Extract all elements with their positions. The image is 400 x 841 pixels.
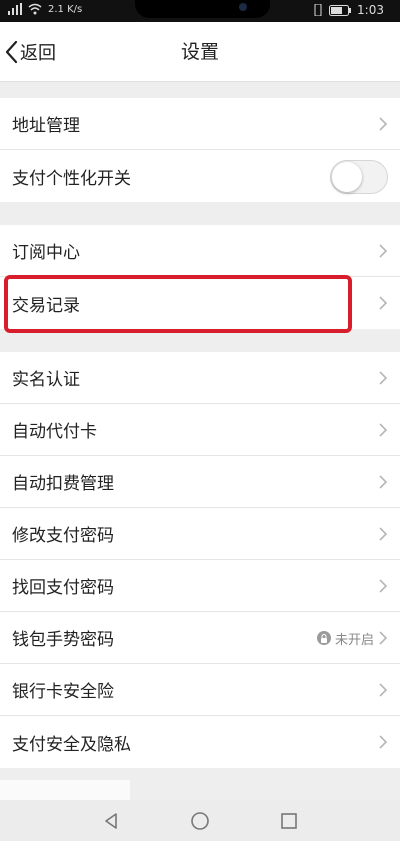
section-security: 实名认证 自动代付卡 自动扣费管理 修改支付密码 找回支付密码 钱包手势密码 未… [0,352,400,768]
bottom-strip [0,780,130,800]
chevron-right-icon [379,475,388,489]
home-circle-icon[interactable] [190,811,210,831]
toggle-knob [332,162,362,192]
row-label: 支付个性化开关 [12,168,131,189]
row-label: 自动代付卡 [12,422,97,442]
section-subscription-records: 订阅中心 交易记录 [0,225,400,329]
row-subscription-center[interactable]: 订阅中心 [0,225,400,277]
status-left: 2.1 K/s [8,3,82,15]
gesture-status: 未开启 [316,612,374,664]
chevron-right-icon [379,244,388,258]
row-change-payment-password[interactable]: 修改支付密码 [0,508,400,560]
vibrate-icon [314,4,322,16]
row-auto-deduction[interactable]: 自动扣费管理 [0,456,400,508]
back-label: 返回 [20,43,56,64]
row-payment-security-privacy[interactable]: 支付安全及隐私 [0,716,400,768]
chevron-right-icon [379,579,388,593]
camera-notch [135,0,270,18]
row-label: 订阅中心 [12,243,80,263]
chevron-right-icon [379,371,388,385]
row-recover-payment-password[interactable]: 找回支付密码 [0,560,400,612]
row-label: 实名认证 [12,370,80,390]
row-address-management[interactable]: 地址管理 [0,98,400,150]
row-wallet-gesture-password[interactable]: 钱包手势密码 未开启 [0,612,400,664]
section-address-payment: 地址管理 支付个性化开关 [0,98,400,202]
recents-square-icon[interactable] [280,812,298,830]
chevron-right-icon [379,527,388,541]
chevron-right-icon [379,423,388,437]
gesture-status-text: 未开启 [334,632,374,648]
row-label: 自动扣费管理 [12,474,114,494]
chevron-left-icon [5,40,18,64]
network-speed: 2.1 K/s [48,3,83,15]
row-label: 钱包手势密码 [12,630,114,650]
row-label: 交易记录 [12,295,80,316]
row-payment-personalization: 支付个性化开关 [0,150,400,202]
page-title: 设置 [180,41,219,63]
personalization-toggle[interactable] [330,160,388,194]
chevron-right-icon [379,117,388,131]
front-camera-icon [239,3,247,11]
chevron-right-icon [379,296,388,310]
battery-icon [329,4,352,16]
row-label: 修改支付密码 [12,526,114,546]
back-button[interactable]: 返回 [4,36,56,68]
row-label: 支付安全及隐私 [12,734,131,755]
lock-icon [316,631,331,645]
row-label: 找回支付密码 [12,578,114,598]
row-label: 银行卡安全险 [12,682,114,702]
nav-bar: 设置 返回 [0,22,400,82]
row-label: 地址管理 [12,116,80,136]
status-right: 1:03 [313,3,384,17]
wifi-icon [28,3,42,15]
chevron-right-icon [379,631,388,645]
clock: 1:03 [357,3,384,17]
row-auto-pay-card[interactable]: 自动代付卡 [0,404,400,456]
row-bank-card-insurance[interactable]: 银行卡安全险 [0,664,400,716]
status-bar: 2.1 K/s 1:03 [0,0,400,22]
back-triangle-icon[interactable] [102,812,120,830]
system-nav-bar [0,800,400,841]
chevron-right-icon [379,683,388,697]
row-transaction-records[interactable]: 交易记录 [0,277,400,329]
signal-icon [8,3,22,15]
row-real-name-auth[interactable]: 实名认证 [0,352,400,404]
chevron-right-icon [379,735,388,749]
